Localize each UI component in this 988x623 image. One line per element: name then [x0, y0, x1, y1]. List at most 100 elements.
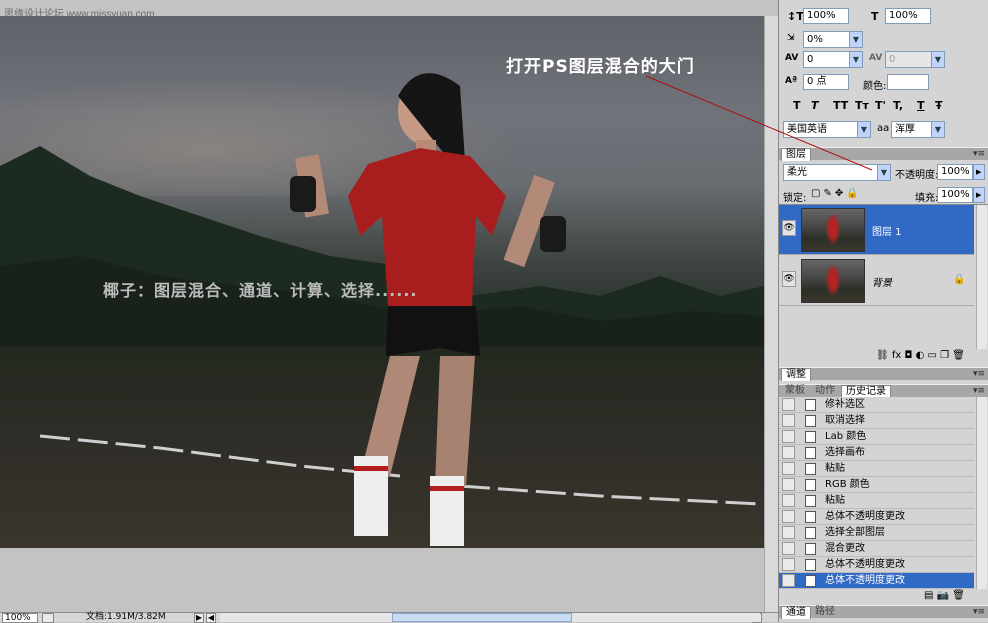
vertical-scale-field[interactable]: 100% — [803, 8, 849, 24]
history-panel-header: 蒙板 动作 历史记录 ▾≡ — [779, 384, 988, 398]
snapshot-checkbox[interactable] — [782, 574, 795, 587]
horizontal-scale-field[interactable]: 100% — [885, 8, 931, 24]
eye-icon[interactable]: 👁 — [782, 220, 796, 236]
panel-menu-icon[interactable]: ▾≡ — [973, 386, 985, 396]
history-item[interactable]: 选择画布 — [779, 445, 974, 461]
small-caps-button[interactable]: Tт — [855, 99, 869, 112]
history-item-label: 修补选区 — [825, 399, 865, 410]
panel-menu-icon[interactable]: ▾≡ — [973, 149, 985, 159]
layer-name[interactable]: 图层 1 — [872, 223, 902, 238]
chevron-down-icon: ▼ — [857, 122, 870, 137]
tracking-select[interactable]: 0 ▼ — [885, 51, 945, 68]
tab-channels[interactable]: 通道 — [781, 606, 811, 619]
history-item-label: Lab 颜色 — [825, 431, 867, 442]
antialias-select[interactable]: 浑厚 ▼ — [891, 121, 945, 138]
history-item[interactable]: 粘贴 — [779, 493, 974, 509]
trash-icon[interactable]: 🗑 — [952, 590, 965, 601]
horizontal-scroll-thumb[interactable] — [392, 613, 572, 622]
history-item[interactable]: 修补选区 — [779, 397, 974, 413]
document-vertical-scrollbar[interactable] — [764, 16, 778, 612]
snapshot-checkbox[interactable] — [782, 542, 795, 555]
history-item[interactable]: 总体不透明度更改 — [779, 557, 974, 573]
tab-paths[interactable]: 路径 — [811, 606, 839, 619]
doc-info[interactable]: 文档:1.91M/3.82M — [86, 613, 166, 622]
snapshot-checkbox[interactable] — [782, 510, 795, 523]
baseline-shift-icon: Aª — [785, 76, 798, 86]
color-swatch[interactable] — [887, 74, 929, 90]
opacity-field[interactable]: 100% — [937, 164, 973, 180]
snapshot-checkbox[interactable] — [782, 414, 795, 427]
panel-menu-icon[interactable]: ▾≡ — [973, 607, 985, 617]
history-item[interactable]: 混合更改 — [779, 541, 974, 557]
lock-label: 锁定: — [783, 193, 807, 204]
snapshot-checkbox[interactable] — [782, 526, 795, 539]
adjustment-icon[interactable]: ◐ — [916, 350, 925, 361]
history-item[interactable]: 粘贴 — [779, 461, 974, 477]
history-item-label: 总体不透明度更改 — [825, 511, 905, 522]
fx-icon[interactable]: fx — [892, 350, 901, 361]
kerning-select[interactable]: 0 ▼ — [803, 51, 863, 68]
tracking-value: 0 — [889, 54, 896, 65]
eye-icon[interactable]: 👁 — [782, 271, 796, 287]
baseline-shift-field[interactable]: 0 点 — [803, 74, 849, 90]
history-item-label: 总体不透明度更改 — [825, 559, 905, 570]
snapshot-checkbox[interactable] — [782, 446, 795, 459]
opacity-arrow-icon[interactable]: ▶ — [973, 164, 985, 180]
right-panel-dock: ↕T 100% T 100% ⇲ 0% ▼ AV 0 ▼ AV 0 ▼ Aª 0 点 … — [778, 0, 988, 622]
history-item[interactable]: 总体不透明度更改 — [779, 573, 974, 589]
new-layer-icon[interactable]: ❐ — [940, 350, 949, 361]
snapshot-checkbox[interactable] — [782, 558, 795, 571]
snapshot-checkbox[interactable] — [782, 398, 795, 411]
history-item[interactable]: 取消选择 — [779, 413, 974, 429]
layer-name[interactable]: 背景 — [872, 274, 892, 289]
snapshot-checkbox[interactable] — [782, 494, 795, 507]
tracking-ratio-value: 0% — [807, 34, 823, 45]
snapshot-checkbox[interactable] — [782, 478, 795, 491]
tab-adjust[interactable]: 调整 — [781, 368, 811, 381]
strikethrough-button[interactable]: Ŧ — [935, 99, 943, 112]
history-item[interactable]: RGB 颜色 — [779, 477, 974, 493]
tracking-ratio-select[interactable]: 0% ▼ — [803, 31, 863, 48]
faux-bold-button[interactable]: T — [793, 99, 801, 112]
history-scrollbar[interactable] — [976, 397, 987, 589]
history-state-icon — [805, 559, 816, 571]
new-document-icon[interactable]: ▤ — [924, 590, 933, 601]
blend-mode-value: 柔光 — [787, 167, 807, 178]
group-icon[interactable]: ▭ — [928, 350, 937, 361]
layers-scrollbar[interactable] — [976, 205, 987, 349]
layer-row[interactable]: 👁 图层 1 — [779, 205, 974, 255]
fill-arrow-icon[interactable]: ▶ — [973, 187, 985, 203]
language-select[interactable]: 美国英语 ▼ — [783, 121, 871, 138]
snapshot-checkbox[interactable] — [782, 430, 795, 443]
history-item[interactable]: 总体不透明度更改 — [779, 509, 974, 525]
lock-icons[interactable]: ▢✎✥🔒 — [811, 188, 862, 199]
tab-layers[interactable]: 图层 — [781, 148, 811, 161]
superscript-button[interactable]: T' — [875, 99, 886, 112]
layer-row[interactable]: 👁 背景 🔒 — [779, 256, 974, 306]
history-state-icon — [805, 431, 816, 443]
underline-button[interactable]: T — [917, 99, 925, 112]
history-state-icon — [805, 447, 816, 459]
subscript-button[interactable]: T, — [893, 99, 903, 112]
chevron-down-icon: ▼ — [849, 52, 862, 67]
vertical-scale-icon: ↕T — [787, 10, 804, 23]
document-canvas-area[interactable]: 思缘设计论坛 www.missyuan.com 打开PS图层混合的大门 椰子：图… — [0, 0, 778, 612]
layers-panel-header: 图层 ▾≡ — [779, 147, 988, 161]
snapshot-checkbox[interactable] — [782, 462, 795, 475]
trash-icon[interactable]: 🗑 — [952, 350, 965, 361]
fill-field[interactable]: 100% — [937, 187, 973, 203]
kerning-value: 0 — [807, 54, 814, 65]
link-icon[interactable]: ⛓ — [876, 350, 889, 361]
channels-panel-header: 通道 路径 ▾≡ — [779, 605, 988, 619]
history-item[interactable]: 选择全部图层 — [779, 525, 974, 541]
mask-icon[interactable]: ◘ — [904, 350, 912, 361]
snapshot-icon[interactable]: 📷 — [937, 590, 949, 601]
chevron-down-icon: ▼ — [877, 165, 890, 180]
history-item-label: 选择全部图层 — [825, 527, 885, 538]
panel-menu-icon[interactable]: ▾≡ — [973, 369, 985, 379]
faux-italic-button[interactable]: T — [811, 99, 819, 112]
all-caps-button[interactable]: TT — [833, 99, 848, 112]
blend-mode-select[interactable]: 柔光 ▼ — [783, 164, 891, 181]
history-item[interactable]: Lab 颜色 — [779, 429, 974, 445]
chevron-down-icon: ▼ — [849, 32, 862, 47]
